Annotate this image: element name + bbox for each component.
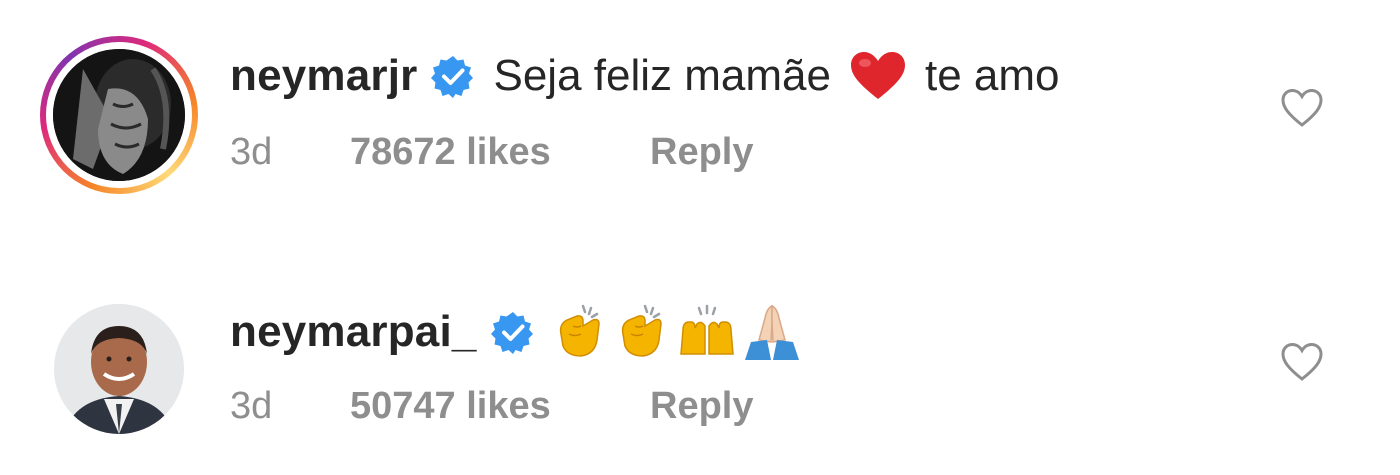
- likes-count[interactable]: 78672 likes: [350, 131, 650, 174]
- comment-timestamp: 3d: [230, 384, 273, 427]
- comment-item: neymarjr Seja feliz mamãe te amo 3d 7867…: [0, 0, 1400, 220]
- story-ring: [40, 36, 198, 194]
- clapping-hands-icon: [553, 304, 609, 360]
- avatar[interactable]: [54, 304, 184, 434]
- comment-text: Seja feliz mamãe: [493, 51, 831, 100]
- username[interactable]: neymarjr: [230, 51, 417, 101]
- verified-badge-icon: [490, 310, 535, 354]
- reply-button[interactable]: Reply: [650, 131, 753, 174]
- like-button[interactable]: [1280, 342, 1324, 382]
- clapping-hands-icon: [615, 304, 671, 360]
- like-button[interactable]: [1280, 88, 1324, 128]
- avatar-image: [53, 49, 185, 181]
- avatar-image: [54, 304, 184, 434]
- avatar[interactable]: [40, 36, 198, 194]
- heart-outline-icon: [1281, 342, 1323, 381]
- likes-count[interactable]: 50747 likes: [350, 385, 650, 428]
- red-heart-icon: [849, 51, 907, 101]
- raising-hands-icon: [677, 304, 737, 360]
- comment-text-end: te amo: [924, 51, 1060, 100]
- verified-badge-icon: [431, 54, 475, 98]
- comment-item: neymarpai_ 3d 50747 likes Reply: [0, 280, 1400, 475]
- username[interactable]: neymarpai_: [230, 307, 477, 357]
- reply-button[interactable]: Reply: [650, 385, 753, 428]
- heart-outline-icon: [1281, 88, 1323, 127]
- comment-timestamp: 3d: [230, 130, 273, 173]
- folded-hands-icon: [741, 302, 803, 362]
